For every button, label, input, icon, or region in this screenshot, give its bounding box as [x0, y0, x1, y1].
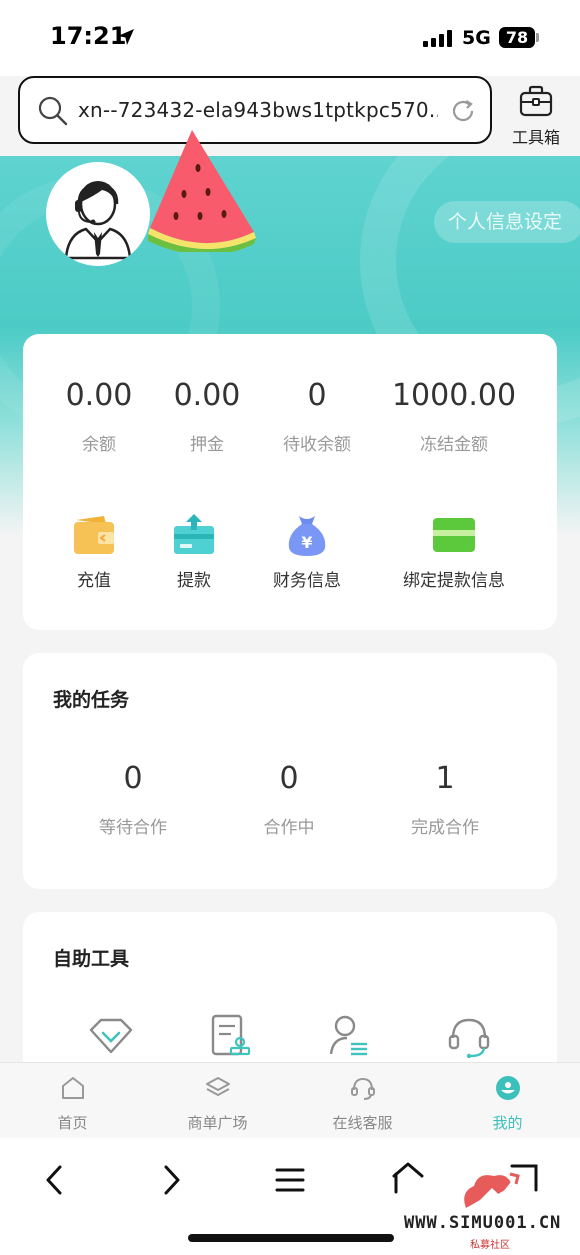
pending-value: 0	[307, 378, 327, 413]
toolbox-icon	[519, 85, 553, 117]
balance-card: 0.00 余额 0.00 押金 0 待收余额 1000.00 冻结金额 充值 提…	[23, 334, 557, 630]
task-in-progress-label: 合作中	[263, 818, 315, 838]
task-completed-label: 完成合作	[411, 818, 479, 838]
task-in-progress-count: 0	[279, 761, 299, 796]
search-icon	[38, 96, 68, 126]
home-indicator[interactable]	[188, 1234, 394, 1242]
cellular-signal-icon	[423, 30, 452, 47]
avatar[interactable]	[46, 162, 150, 266]
menu-icon[interactable]	[274, 1166, 306, 1194]
forward-icon[interactable]	[160, 1164, 184, 1196]
pending-label: 待收余额	[283, 435, 351, 455]
task-in-progress[interactable]: 0 合作中	[219, 761, 359, 841]
headset-icon[interactable]	[447, 1014, 491, 1058]
tab-order-plaza[interactable]: 商单广场	[145, 1063, 290, 1139]
network-type: 5G	[462, 27, 491, 49]
reload-icon[interactable]	[450, 98, 476, 124]
tools-title: 自助工具	[53, 948, 130, 970]
tab-mine[interactable]: 我的	[435, 1063, 580, 1139]
wallet-icon	[74, 516, 114, 554]
card-icon	[433, 518, 475, 552]
profile-settings-button[interactable]: 个人信息设定	[434, 201, 580, 243]
tab-bar: 首页 商单广场 在线客服 我的	[0, 1062, 580, 1138]
frozen-label: 冻结金额	[420, 435, 488, 455]
watermark-logo-icon	[464, 1172, 520, 1208]
task-completed-count: 1	[435, 761, 455, 796]
withdraw-icon	[174, 514, 214, 554]
battery-indicator: 78	[499, 27, 535, 48]
tasks-title: 我的任务	[53, 689, 130, 711]
home-icon	[62, 1077, 84, 1099]
layers-icon	[206, 1077, 230, 1096]
profile-icon	[496, 1076, 520, 1100]
task-completed[interactable]: 1 完成合作	[375, 761, 515, 841]
money-bag-icon: ¥	[288, 516, 326, 556]
tab-online-service-label: 在线客服	[332, 1114, 393, 1132]
location-arrow-icon	[118, 29, 134, 45]
bind-withdraw-info-label: 绑定提款信息	[403, 571, 505, 591]
diamond-icon[interactable]	[89, 1016, 133, 1056]
tab-home-label: 首页	[57, 1114, 88, 1132]
tab-order-plaza-label: 商单广场	[187, 1114, 248, 1132]
battery-tip	[536, 33, 539, 42]
task-waiting-count: 0	[123, 761, 143, 796]
headset-icon	[351, 1077, 375, 1100]
tab-home[interactable]: 首页	[0, 1063, 145, 1139]
customer-service-avatar-icon	[64, 181, 132, 260]
frozen-value: 1000.00	[391, 378, 517, 413]
document-stamp-icon[interactable]	[211, 1014, 251, 1058]
watermelon-icon	[148, 130, 256, 252]
svg-text:¥: ¥	[301, 533, 312, 552]
tab-online-service[interactable]: 在线客服	[290, 1063, 435, 1139]
toolbox-label: 工具箱	[511, 128, 560, 147]
task-waiting-label: 等待合作	[99, 818, 167, 838]
watermark-subtext: 私募社区	[470, 1240, 510, 1251]
task-waiting[interactable]: 0 等待合作	[63, 761, 203, 841]
url-text[interactable]: xn--723432-ela943bws1tptkpc570...	[78, 98, 438, 122]
home-page-icon[interactable]	[390, 1160, 426, 1196]
finance-info-button[interactable]: ¥ 财务信息	[232, 514, 382, 594]
back-icon[interactable]	[42, 1164, 66, 1196]
toolbox-button[interactable]: 工具箱	[506, 84, 566, 147]
status-time: 17:21	[50, 22, 127, 50]
tasks-card: 我的任务 0 等待合作 0 合作中 1 完成合作	[23, 653, 557, 889]
watermark-text: WWW.SIMU001.CN	[404, 1213, 562, 1233]
finance-info-label: 财务信息	[273, 571, 341, 591]
tab-mine-label: 我的	[492, 1114, 523, 1132]
bind-withdraw-info-button[interactable]: 绑定提款信息	[379, 514, 529, 594]
user-list-icon[interactable]	[329, 1014, 369, 1058]
